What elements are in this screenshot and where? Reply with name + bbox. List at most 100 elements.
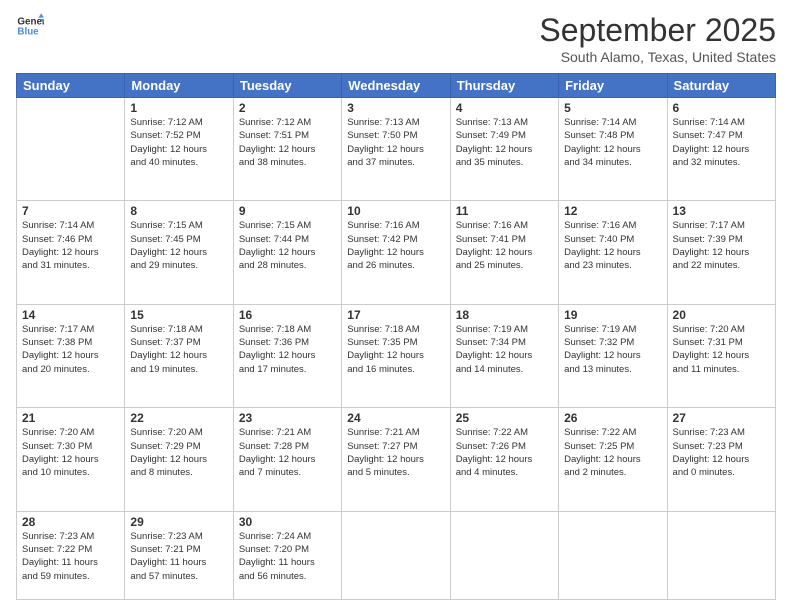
- day-info: Sunrise: 7:23 AM Sunset: 7:23 PM Dayligh…: [673, 426, 770, 479]
- day-number: 23: [239, 411, 336, 425]
- table-row: 8Sunrise: 7:15 AM Sunset: 7:45 PM Daylig…: [125, 201, 233, 304]
- table-row: 22Sunrise: 7:20 AM Sunset: 7:29 PM Dayli…: [125, 408, 233, 511]
- day-number: 3: [347, 101, 444, 115]
- table-row: 1Sunrise: 7:12 AM Sunset: 7:52 PM Daylig…: [125, 98, 233, 201]
- day-info: Sunrise: 7:16 AM Sunset: 7:42 PM Dayligh…: [347, 219, 444, 272]
- day-number: 11: [456, 204, 553, 218]
- table-row: 27Sunrise: 7:23 AM Sunset: 7:23 PM Dayli…: [667, 408, 775, 511]
- day-number: 6: [673, 101, 770, 115]
- day-number: 21: [22, 411, 119, 425]
- table-row: 18Sunrise: 7:19 AM Sunset: 7:34 PM Dayli…: [450, 304, 558, 407]
- day-info: Sunrise: 7:18 AM Sunset: 7:35 PM Dayligh…: [347, 323, 444, 376]
- day-info: Sunrise: 7:23 AM Sunset: 7:22 PM Dayligh…: [22, 530, 119, 583]
- logo: General Blue: [16, 12, 44, 40]
- day-info: Sunrise: 7:23 AM Sunset: 7:21 PM Dayligh…: [130, 530, 227, 583]
- subtitle: South Alamo, Texas, United States: [539, 49, 776, 65]
- table-row: 2Sunrise: 7:12 AM Sunset: 7:51 PM Daylig…: [233, 98, 341, 201]
- table-row: 21Sunrise: 7:20 AM Sunset: 7:30 PM Dayli…: [17, 408, 125, 511]
- col-wednesday: Wednesday: [342, 74, 450, 98]
- day-info: Sunrise: 7:17 AM Sunset: 7:38 PM Dayligh…: [22, 323, 119, 376]
- day-info: Sunrise: 7:14 AM Sunset: 7:46 PM Dayligh…: [22, 219, 119, 272]
- day-info: Sunrise: 7:22 AM Sunset: 7:25 PM Dayligh…: [564, 426, 661, 479]
- table-row: 14Sunrise: 7:17 AM Sunset: 7:38 PM Dayli…: [17, 304, 125, 407]
- page: General Blue September 2025 South Alamo,…: [0, 0, 792, 612]
- day-number: 19: [564, 308, 661, 322]
- day-number: 7: [22, 204, 119, 218]
- table-row: 20Sunrise: 7:20 AM Sunset: 7:31 PM Dayli…: [667, 304, 775, 407]
- col-tuesday: Tuesday: [233, 74, 341, 98]
- day-info: Sunrise: 7:19 AM Sunset: 7:32 PM Dayligh…: [564, 323, 661, 376]
- day-number: 12: [564, 204, 661, 218]
- day-number: 27: [673, 411, 770, 425]
- table-row: [342, 511, 450, 599]
- day-info: Sunrise: 7:13 AM Sunset: 7:50 PM Dayligh…: [347, 116, 444, 169]
- table-row: 23Sunrise: 7:21 AM Sunset: 7:28 PM Dayli…: [233, 408, 341, 511]
- day-info: Sunrise: 7:18 AM Sunset: 7:36 PM Dayligh…: [239, 323, 336, 376]
- day-number: 28: [22, 515, 119, 529]
- col-friday: Friday: [559, 74, 667, 98]
- col-saturday: Saturday: [667, 74, 775, 98]
- table-row: 26Sunrise: 7:22 AM Sunset: 7:25 PM Dayli…: [559, 408, 667, 511]
- table-row: [667, 511, 775, 599]
- table-row: 28Sunrise: 7:23 AM Sunset: 7:22 PM Dayli…: [17, 511, 125, 599]
- day-info: Sunrise: 7:14 AM Sunset: 7:47 PM Dayligh…: [673, 116, 770, 169]
- day-info: Sunrise: 7:15 AM Sunset: 7:44 PM Dayligh…: [239, 219, 336, 272]
- day-info: Sunrise: 7:20 AM Sunset: 7:31 PM Dayligh…: [673, 323, 770, 376]
- day-info: Sunrise: 7:16 AM Sunset: 7:40 PM Dayligh…: [564, 219, 661, 272]
- day-info: Sunrise: 7:14 AM Sunset: 7:48 PM Dayligh…: [564, 116, 661, 169]
- day-number: 13: [673, 204, 770, 218]
- col-monday: Monday: [125, 74, 233, 98]
- day-number: 16: [239, 308, 336, 322]
- table-row: 30Sunrise: 7:24 AM Sunset: 7:20 PM Dayli…: [233, 511, 341, 599]
- calendar-header-row: Sunday Monday Tuesday Wednesday Thursday…: [17, 74, 776, 98]
- table-row: 4Sunrise: 7:13 AM Sunset: 7:49 PM Daylig…: [450, 98, 558, 201]
- day-number: 22: [130, 411, 227, 425]
- table-row: 7Sunrise: 7:14 AM Sunset: 7:46 PM Daylig…: [17, 201, 125, 304]
- day-number: 2: [239, 101, 336, 115]
- day-info: Sunrise: 7:12 AM Sunset: 7:52 PM Dayligh…: [130, 116, 227, 169]
- day-info: Sunrise: 7:12 AM Sunset: 7:51 PM Dayligh…: [239, 116, 336, 169]
- table-row: 10Sunrise: 7:16 AM Sunset: 7:42 PM Dayli…: [342, 201, 450, 304]
- table-row: 3Sunrise: 7:13 AM Sunset: 7:50 PM Daylig…: [342, 98, 450, 201]
- table-row: [559, 511, 667, 599]
- day-info: Sunrise: 7:16 AM Sunset: 7:41 PM Dayligh…: [456, 219, 553, 272]
- table-row: 11Sunrise: 7:16 AM Sunset: 7:41 PM Dayli…: [450, 201, 558, 304]
- day-info: Sunrise: 7:21 AM Sunset: 7:28 PM Dayligh…: [239, 426, 336, 479]
- day-number: 8: [130, 204, 227, 218]
- table-row: 24Sunrise: 7:21 AM Sunset: 7:27 PM Dayli…: [342, 408, 450, 511]
- day-number: 10: [347, 204, 444, 218]
- day-info: Sunrise: 7:19 AM Sunset: 7:34 PM Dayligh…: [456, 323, 553, 376]
- day-info: Sunrise: 7:21 AM Sunset: 7:27 PM Dayligh…: [347, 426, 444, 479]
- day-info: Sunrise: 7:22 AM Sunset: 7:26 PM Dayligh…: [456, 426, 553, 479]
- day-number: 20: [673, 308, 770, 322]
- col-thursday: Thursday: [450, 74, 558, 98]
- table-row: 12Sunrise: 7:16 AM Sunset: 7:40 PM Dayli…: [559, 201, 667, 304]
- day-number: 4: [456, 101, 553, 115]
- table-row: [17, 98, 125, 201]
- day-number: 18: [456, 308, 553, 322]
- table-row: 9Sunrise: 7:15 AM Sunset: 7:44 PM Daylig…: [233, 201, 341, 304]
- col-sunday: Sunday: [17, 74, 125, 98]
- day-number: 30: [239, 515, 336, 529]
- day-number: 14: [22, 308, 119, 322]
- table-row: [450, 511, 558, 599]
- table-row: 25Sunrise: 7:22 AM Sunset: 7:26 PM Dayli…: [450, 408, 558, 511]
- calendar-table: Sunday Monday Tuesday Wednesday Thursday…: [16, 73, 776, 600]
- day-info: Sunrise: 7:24 AM Sunset: 7:20 PM Dayligh…: [239, 530, 336, 583]
- table-row: 6Sunrise: 7:14 AM Sunset: 7:47 PM Daylig…: [667, 98, 775, 201]
- day-number: 24: [347, 411, 444, 425]
- day-number: 25: [456, 411, 553, 425]
- table-row: 29Sunrise: 7:23 AM Sunset: 7:21 PM Dayli…: [125, 511, 233, 599]
- day-number: 17: [347, 308, 444, 322]
- table-row: 16Sunrise: 7:18 AM Sunset: 7:36 PM Dayli…: [233, 304, 341, 407]
- day-number: 29: [130, 515, 227, 529]
- day-number: 1: [130, 101, 227, 115]
- day-info: Sunrise: 7:17 AM Sunset: 7:39 PM Dayligh…: [673, 219, 770, 272]
- day-number: 5: [564, 101, 661, 115]
- day-info: Sunrise: 7:15 AM Sunset: 7:45 PM Dayligh…: [130, 219, 227, 272]
- main-title: September 2025: [539, 12, 776, 49]
- day-info: Sunrise: 7:20 AM Sunset: 7:30 PM Dayligh…: [22, 426, 119, 479]
- day-number: 26: [564, 411, 661, 425]
- table-row: 13Sunrise: 7:17 AM Sunset: 7:39 PM Dayli…: [667, 201, 775, 304]
- title-block: September 2025 South Alamo, Texas, Unite…: [539, 12, 776, 65]
